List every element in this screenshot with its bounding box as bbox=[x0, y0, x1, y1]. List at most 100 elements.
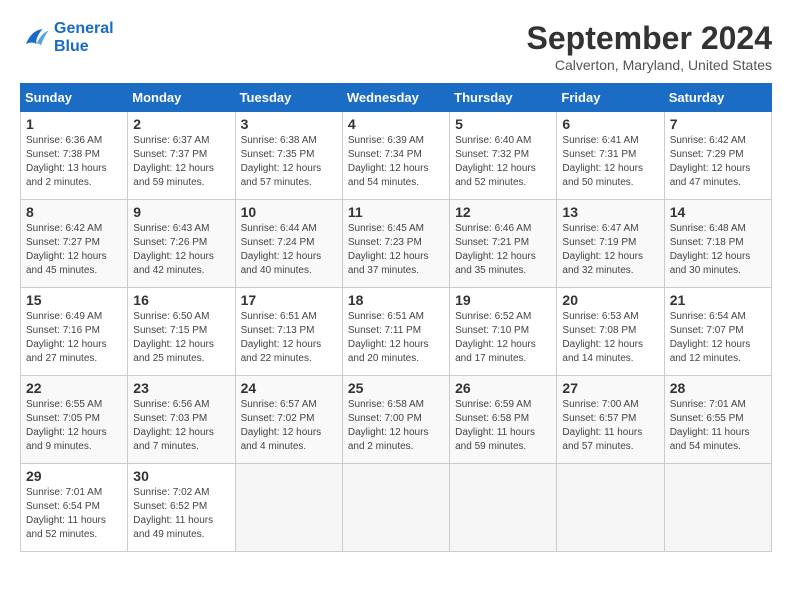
day-cell: 19 Sunrise: 6:52 AM Sunset: 7:10 PM Dayl… bbox=[450, 288, 557, 376]
day-number: 13 bbox=[562, 204, 658, 220]
day-info: Sunrise: 6:46 AM Sunset: 7:21 PM Dayligh… bbox=[455, 222, 551, 278]
day-number: 11 bbox=[348, 204, 444, 220]
day-cell bbox=[664, 464, 771, 552]
day-cell: 21 Sunrise: 6:54 AM Sunset: 7:07 PM Dayl… bbox=[664, 288, 771, 376]
day-cell bbox=[450, 464, 557, 552]
header-cell-tuesday: Tuesday bbox=[235, 84, 342, 112]
day-info: Sunrise: 6:59 AM Sunset: 6:58 PM Dayligh… bbox=[455, 398, 551, 454]
location-title: Calverton, Maryland, United States bbox=[527, 57, 772, 73]
header-cell-saturday: Saturday bbox=[664, 84, 771, 112]
day-number: 21 bbox=[670, 292, 766, 308]
day-cell: 8 Sunrise: 6:42 AM Sunset: 7:27 PM Dayli… bbox=[21, 200, 128, 288]
header-row: SundayMondayTuesdayWednesdayThursdayFrid… bbox=[21, 84, 772, 112]
day-info: Sunrise: 7:01 AM Sunset: 6:54 PM Dayligh… bbox=[26, 486, 122, 542]
day-info: Sunrise: 6:42 AM Sunset: 7:27 PM Dayligh… bbox=[26, 222, 122, 278]
day-cell: 26 Sunrise: 6:59 AM Sunset: 6:58 PM Dayl… bbox=[450, 376, 557, 464]
day-cell: 13 Sunrise: 6:47 AM Sunset: 7:19 PM Dayl… bbox=[557, 200, 664, 288]
week-row-1: 1 Sunrise: 6:36 AM Sunset: 7:38 PM Dayli… bbox=[21, 112, 772, 200]
day-cell bbox=[557, 464, 664, 552]
day-cell: 1 Sunrise: 6:36 AM Sunset: 7:38 PM Dayli… bbox=[21, 112, 128, 200]
day-cell: 30 Sunrise: 7:02 AM Sunset: 6:52 PM Dayl… bbox=[128, 464, 235, 552]
day-number: 3 bbox=[241, 116, 337, 132]
day-cell: 3 Sunrise: 6:38 AM Sunset: 7:35 PM Dayli… bbox=[235, 112, 342, 200]
logo: General Blue bbox=[20, 20, 114, 56]
day-number: 15 bbox=[26, 292, 122, 308]
header-cell-wednesday: Wednesday bbox=[342, 84, 449, 112]
day-info: Sunrise: 6:52 AM Sunset: 7:10 PM Dayligh… bbox=[455, 310, 551, 366]
day-info: Sunrise: 7:01 AM Sunset: 6:55 PM Dayligh… bbox=[670, 398, 766, 454]
day-info: Sunrise: 7:00 AM Sunset: 6:57 PM Dayligh… bbox=[562, 398, 658, 454]
day-info: Sunrise: 6:43 AM Sunset: 7:26 PM Dayligh… bbox=[133, 222, 229, 278]
day-cell: 20 Sunrise: 6:53 AM Sunset: 7:08 PM Dayl… bbox=[557, 288, 664, 376]
day-number: 2 bbox=[133, 116, 229, 132]
day-info: Sunrise: 6:38 AM Sunset: 7:35 PM Dayligh… bbox=[241, 134, 337, 190]
day-info: Sunrise: 6:51 AM Sunset: 7:13 PM Dayligh… bbox=[241, 310, 337, 366]
day-cell: 18 Sunrise: 6:51 AM Sunset: 7:11 PM Dayl… bbox=[342, 288, 449, 376]
day-number: 17 bbox=[241, 292, 337, 308]
day-cell: 6 Sunrise: 6:41 AM Sunset: 7:31 PM Dayli… bbox=[557, 112, 664, 200]
day-cell: 15 Sunrise: 6:49 AM Sunset: 7:16 PM Dayl… bbox=[21, 288, 128, 376]
day-cell: 7 Sunrise: 6:42 AM Sunset: 7:29 PM Dayli… bbox=[664, 112, 771, 200]
day-cell: 12 Sunrise: 6:46 AM Sunset: 7:21 PM Dayl… bbox=[450, 200, 557, 288]
week-row-5: 29 Sunrise: 7:01 AM Sunset: 6:54 PM Dayl… bbox=[21, 464, 772, 552]
day-number: 24 bbox=[241, 380, 337, 396]
day-info: Sunrise: 6:41 AM Sunset: 7:31 PM Dayligh… bbox=[562, 134, 658, 190]
day-cell: 9 Sunrise: 6:43 AM Sunset: 7:26 PM Dayli… bbox=[128, 200, 235, 288]
day-number: 22 bbox=[26, 380, 122, 396]
day-cell: 14 Sunrise: 6:48 AM Sunset: 7:18 PM Dayl… bbox=[664, 200, 771, 288]
day-cell: 25 Sunrise: 6:58 AM Sunset: 7:00 PM Dayl… bbox=[342, 376, 449, 464]
day-info: Sunrise: 6:45 AM Sunset: 7:23 PM Dayligh… bbox=[348, 222, 444, 278]
day-cell: 5 Sunrise: 6:40 AM Sunset: 7:32 PM Dayli… bbox=[450, 112, 557, 200]
day-number: 25 bbox=[348, 380, 444, 396]
week-row-3: 15 Sunrise: 6:49 AM Sunset: 7:16 PM Dayl… bbox=[21, 288, 772, 376]
day-number: 12 bbox=[455, 204, 551, 220]
day-info: Sunrise: 6:54 AM Sunset: 7:07 PM Dayligh… bbox=[670, 310, 766, 366]
header: General Blue September 2024 Calverton, M… bbox=[20, 20, 772, 73]
day-info: Sunrise: 6:37 AM Sunset: 7:37 PM Dayligh… bbox=[133, 134, 229, 190]
day-number: 20 bbox=[562, 292, 658, 308]
day-info: Sunrise: 6:51 AM Sunset: 7:11 PM Dayligh… bbox=[348, 310, 444, 366]
day-number: 7 bbox=[670, 116, 766, 132]
day-cell: 11 Sunrise: 6:45 AM Sunset: 7:23 PM Dayl… bbox=[342, 200, 449, 288]
day-number: 4 bbox=[348, 116, 444, 132]
day-number: 26 bbox=[455, 380, 551, 396]
day-cell: 28 Sunrise: 7:01 AM Sunset: 6:55 PM Dayl… bbox=[664, 376, 771, 464]
day-number: 10 bbox=[241, 204, 337, 220]
day-number: 23 bbox=[133, 380, 229, 396]
logo-text: General Blue bbox=[54, 20, 114, 56]
day-info: Sunrise: 6:42 AM Sunset: 7:29 PM Dayligh… bbox=[670, 134, 766, 190]
day-number: 1 bbox=[26, 116, 122, 132]
day-info: Sunrise: 6:39 AM Sunset: 7:34 PM Dayligh… bbox=[348, 134, 444, 190]
day-number: 5 bbox=[455, 116, 551, 132]
day-info: Sunrise: 6:57 AM Sunset: 7:02 PM Dayligh… bbox=[241, 398, 337, 454]
day-cell: 10 Sunrise: 6:44 AM Sunset: 7:24 PM Dayl… bbox=[235, 200, 342, 288]
day-cell: 29 Sunrise: 7:01 AM Sunset: 6:54 PM Dayl… bbox=[21, 464, 128, 552]
header-cell-thursday: Thursday bbox=[450, 84, 557, 112]
day-cell bbox=[235, 464, 342, 552]
day-cell: 24 Sunrise: 6:57 AM Sunset: 7:02 PM Dayl… bbox=[235, 376, 342, 464]
day-number: 18 bbox=[348, 292, 444, 308]
day-cell: 23 Sunrise: 6:56 AM Sunset: 7:03 PM Dayl… bbox=[128, 376, 235, 464]
week-row-4: 22 Sunrise: 6:55 AM Sunset: 7:05 PM Dayl… bbox=[21, 376, 772, 464]
day-cell: 16 Sunrise: 6:50 AM Sunset: 7:15 PM Dayl… bbox=[128, 288, 235, 376]
calendar-table: SundayMondayTuesdayWednesdayThursdayFrid… bbox=[20, 83, 772, 552]
day-info: Sunrise: 6:48 AM Sunset: 7:18 PM Dayligh… bbox=[670, 222, 766, 278]
day-number: 28 bbox=[670, 380, 766, 396]
day-number: 14 bbox=[670, 204, 766, 220]
day-info: Sunrise: 6:56 AM Sunset: 7:03 PM Dayligh… bbox=[133, 398, 229, 454]
day-number: 27 bbox=[562, 380, 658, 396]
day-cell bbox=[342, 464, 449, 552]
day-info: Sunrise: 6:50 AM Sunset: 7:15 PM Dayligh… bbox=[133, 310, 229, 366]
day-info: Sunrise: 6:40 AM Sunset: 7:32 PM Dayligh… bbox=[455, 134, 551, 190]
day-info: Sunrise: 6:55 AM Sunset: 7:05 PM Dayligh… bbox=[26, 398, 122, 454]
day-info: Sunrise: 6:47 AM Sunset: 7:19 PM Dayligh… bbox=[562, 222, 658, 278]
day-cell: 4 Sunrise: 6:39 AM Sunset: 7:34 PM Dayli… bbox=[342, 112, 449, 200]
header-cell-monday: Monday bbox=[128, 84, 235, 112]
header-cell-friday: Friday bbox=[557, 84, 664, 112]
day-number: 29 bbox=[26, 468, 122, 484]
day-info: Sunrise: 6:36 AM Sunset: 7:38 PM Dayligh… bbox=[26, 134, 122, 190]
day-info: Sunrise: 6:53 AM Sunset: 7:08 PM Dayligh… bbox=[562, 310, 658, 366]
day-cell: 2 Sunrise: 6:37 AM Sunset: 7:37 PM Dayli… bbox=[128, 112, 235, 200]
day-info: Sunrise: 6:58 AM Sunset: 7:00 PM Dayligh… bbox=[348, 398, 444, 454]
day-cell: 27 Sunrise: 7:00 AM Sunset: 6:57 PM Dayl… bbox=[557, 376, 664, 464]
